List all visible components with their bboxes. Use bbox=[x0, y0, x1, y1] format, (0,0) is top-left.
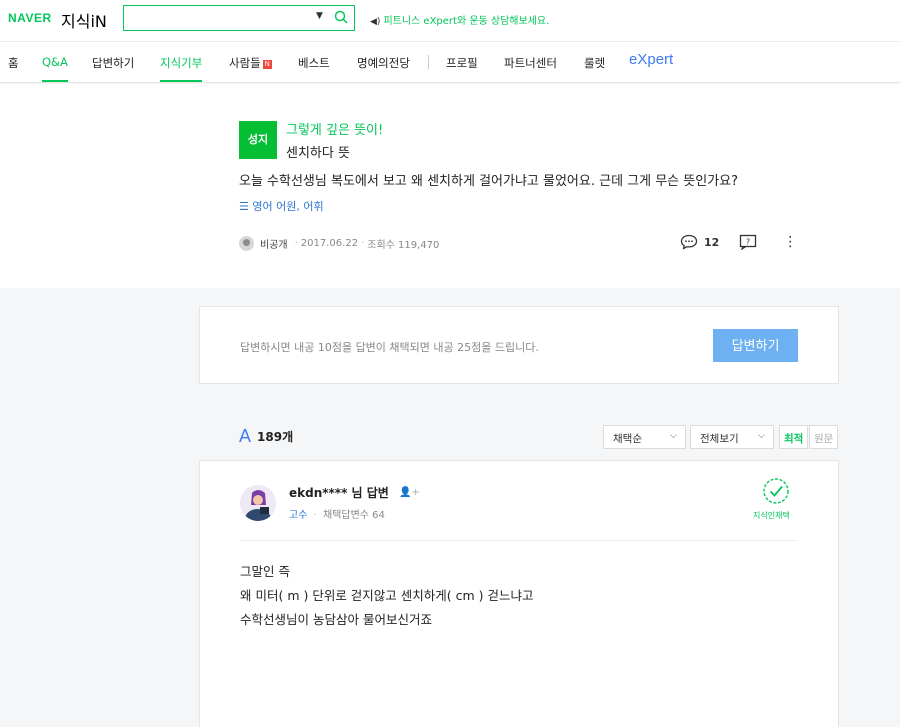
svg-text:?: ? bbox=[746, 238, 750, 247]
nav-active-indicator bbox=[42, 80, 68, 82]
separator-dot: · bbox=[361, 238, 365, 249]
sort-select-value: 채택순 bbox=[613, 433, 642, 445]
nav-people-label: 사람들 bbox=[229, 56, 261, 70]
more-options-icon[interactable]: ⋮ bbox=[783, 234, 797, 250]
nav-answer[interactable]: 답변하기 bbox=[92, 55, 134, 71]
promo-text: 피트니스 eXpert와 운동 상담해보세요. bbox=[383, 16, 550, 27]
search-input[interactable] bbox=[124, 6, 309, 30]
nav-donate-indicator bbox=[160, 80, 203, 82]
separator-dot: · bbox=[294, 238, 298, 249]
nav-partner-center[interactable]: 파트너센터 bbox=[504, 55, 557, 71]
answer-prompt-text: 답변하시면 내공 10점을 답변이 채택되면 내공 25점을 드립니다. bbox=[240, 341, 539, 354]
question-views: 조회수 119,470 bbox=[367, 240, 440, 251]
chevron-down-icon: ⌵ bbox=[758, 431, 765, 441]
tab-original[interactable]: 원문 bbox=[809, 425, 839, 449]
comment-icon[interactable] bbox=[680, 234, 698, 250]
question-author: 비공개 bbox=[260, 240, 288, 251]
answer-card: ekdn**** 님 답변 👤+ 고수 · 채택답변수 64 지식인채택 그말인… bbox=[199, 460, 839, 727]
search-box: ▼ bbox=[123, 5, 355, 31]
tab-best[interactable]: 최적 bbox=[779, 425, 809, 449]
answer-text-line: 수학선생님이 농담삼아 물어보신거죠 bbox=[240, 612, 432, 627]
answerer-rank[interactable]: 고수 bbox=[289, 510, 307, 521]
avatar bbox=[239, 236, 254, 251]
answer-divider bbox=[240, 540, 798, 541]
nav-hall-of-fame[interactable]: 명예의전당 bbox=[357, 55, 410, 71]
sort-select[interactable]: 채택순 ⌵ bbox=[603, 425, 686, 449]
nav-roulette[interactable]: 룰렛 bbox=[584, 55, 605, 71]
search-icon[interactable] bbox=[334, 10, 348, 24]
nav-profile[interactable]: 프로필 bbox=[446, 55, 478, 71]
question-category[interactable]: ☰ 영어 어원, 어휘 bbox=[239, 198, 324, 214]
main-nav: 홈 Q&A 답변하기 지식기부 사람들 N 베스트 명예의전당 프로필 파트너센터… bbox=[0, 42, 900, 83]
saint-badge: 성지 bbox=[239, 121, 277, 159]
avatar-illustration bbox=[240, 485, 276, 521]
answer-text-line: 그말인 즉 bbox=[240, 564, 290, 579]
separator-dot: · bbox=[313, 510, 317, 521]
answers-header: A 189개 bbox=[239, 426, 293, 447]
top-bar: NAVER 지식iN ▼ ◀) 피트니스 eXpert와 운동 상담해보세요. bbox=[0, 0, 900, 42]
nav-donate[interactable]: 지식기부 bbox=[160, 55, 203, 82]
nav-divider bbox=[428, 55, 429, 69]
filter-select[interactable]: 전체보기 ⌵ bbox=[690, 425, 774, 449]
nav-people[interactable]: 사람들 N bbox=[229, 55, 272, 71]
naver-logo[interactable]: NAVER bbox=[8, 11, 52, 25]
answerer-name[interactable]: ekdn**** 님 답변 bbox=[289, 484, 389, 501]
question-date: 2017.06.22 bbox=[300, 238, 359, 249]
promo-link[interactable]: ◀) 피트니스 eXpert와 운동 상담해보세요. bbox=[370, 12, 549, 27]
jisikin-logo[interactable]: 지식iN bbox=[61, 8, 107, 32]
question-meta: 비공개 · 2017.06.22 · 조회수 119,470 bbox=[239, 236, 439, 251]
comment-count[interactable]: 12 bbox=[704, 236, 719, 249]
filter-select-value: 전체보기 bbox=[700, 433, 739, 445]
nav-donate-label: 지식기부 bbox=[160, 56, 203, 70]
question-subtitle: 그렇게 깊은 뜻이! bbox=[286, 123, 384, 138]
nav-qna[interactable]: Q&A bbox=[42, 55, 68, 82]
question-body: 오늘 수학선생님 복도에서 보고 왜 센치하게 걸어가냐고 물었어요. 근데 그… bbox=[239, 174, 739, 189]
answerer-info: 고수 · 채택답변수 64 bbox=[289, 506, 385, 521]
question-title: 센치하다 뜻 bbox=[286, 146, 350, 161]
write-answer-button[interactable]: 답변하기 bbox=[713, 329, 798, 362]
nav-best[interactable]: 베스트 bbox=[298, 55, 330, 71]
ask-icon[interactable]: ? bbox=[739, 234, 757, 250]
question-section: 성지 그렇게 깊은 뜻이! 센치하다 뜻 오늘 수학선생님 복도에서 보고 왜 … bbox=[0, 84, 900, 288]
answer-prompt-box: 답변하시면 내공 10점을 답변이 채택되면 내공 25점을 드립니다. 답변하… bbox=[199, 306, 839, 384]
adopted-check-icon bbox=[763, 478, 789, 504]
answer-a-icon: A bbox=[239, 426, 252, 446]
avatar[interactable] bbox=[240, 485, 276, 521]
category-icon: ☰ bbox=[239, 200, 253, 213]
answer-text-line: 왜 미터( m ) 단위로 걷지않고 센치하게( cm ) 걷느냐고 bbox=[240, 588, 534, 603]
nav-expert[interactable]: eXpert bbox=[629, 51, 673, 68]
chevron-down-icon: ⌵ bbox=[670, 431, 677, 441]
nav-home[interactable]: 홈 bbox=[8, 55, 19, 71]
adopted-count: 채택답변수 64 bbox=[322, 510, 385, 521]
nav-qna-label: Q&A bbox=[42, 55, 68, 69]
adopted-label: 지식인채택 bbox=[753, 511, 790, 520]
new-badge: N bbox=[262, 60, 272, 69]
search-options-chevron-icon[interactable]: ▼ bbox=[316, 11, 323, 21]
speaker-icon: ◀) bbox=[370, 17, 381, 27]
question-actions: 12 ? ⋮ bbox=[680, 234, 797, 250]
category-label: 영어 어원, 어휘 bbox=[252, 200, 324, 213]
follow-user-icon[interactable]: 👤+ bbox=[399, 487, 420, 498]
answer-count: 189개 bbox=[257, 430, 294, 444]
